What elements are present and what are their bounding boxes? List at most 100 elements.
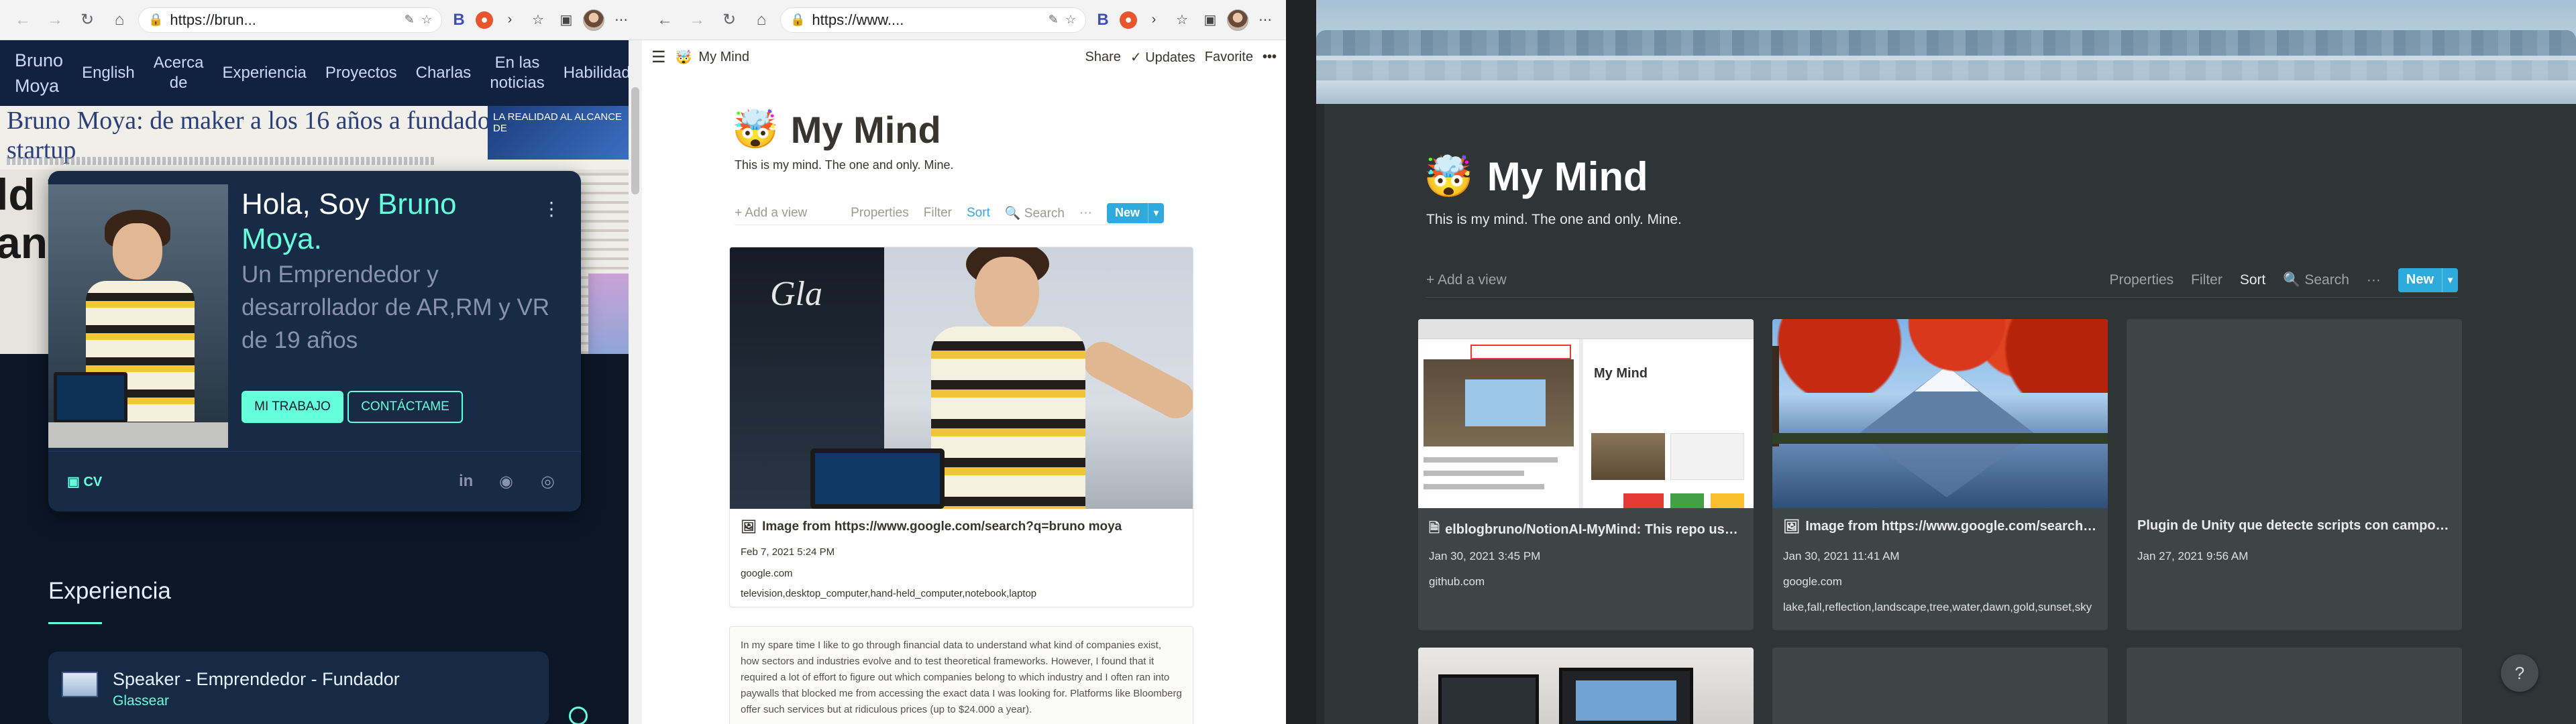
more-icon[interactable]: ···	[1079, 206, 1092, 221]
card-date: Jan 30, 2021 3:45 PM	[1429, 550, 1541, 562]
home-icon[interactable]: ⌂	[748, 7, 775, 34]
nav-english[interactable]: English	[82, 63, 135, 83]
profile-avatar[interactable]	[583, 9, 604, 31]
reload-icon[interactable]: ↻	[716, 7, 743, 34]
gallery-card[interactable]	[1418, 648, 1754, 724]
kebab-menu-icon[interactable]: ⋮	[542, 198, 561, 220]
image-icon: 🖼	[1783, 520, 1801, 534]
nav-noticias[interactable]: En las noticias	[490, 53, 544, 93]
back-icon[interactable]: ←	[9, 7, 36, 34]
add-view-button[interactable]: + Add a view	[1426, 272, 1507, 288]
address-bar[interactable]: 🔒 https://www.... ✎ ☆	[780, 7, 1086, 33]
scrollbar[interactable]	[629, 40, 642, 724]
card-title: 🗎 elblogbruno/NotionAI-MyMind: This repo…	[1429, 518, 1744, 541]
extension-chevron-icon[interactable]: ›	[498, 9, 521, 32]
hamburger-menu-icon[interactable]: ☰	[651, 48, 666, 67]
properties-button[interactable]: Properties	[851, 206, 909, 221]
profile-avatar[interactable]	[1227, 9, 1248, 31]
gallery-card[interactable]: 🖼 Image from https://www.google.com/sear…	[1772, 319, 2108, 630]
more-options-icon[interactable]: •••	[1263, 50, 1277, 65]
collections-icon[interactable]: ▣	[555, 9, 578, 32]
forward-icon[interactable]: →	[42, 7, 68, 34]
favorites-icon[interactable]: ☆	[527, 9, 549, 32]
properties-button[interactable]: Properties	[2109, 272, 2174, 288]
back-icon[interactable]: ←	[651, 7, 678, 34]
experience-company: Glassear	[113, 693, 170, 709]
more-icon[interactable]: ···	[2367, 272, 2381, 288]
read-aloud-icon[interactable]: ✎	[405, 13, 415, 27]
favorites-icon[interactable]: ☆	[1171, 9, 1193, 32]
page-title-emoji-icon: 🤯	[732, 108, 779, 150]
browser-toolbar: ← → ↻ ⌂ 🔒 https://brun... ✎ ☆ B ● › ☆ ▣ …	[0, 0, 642, 40]
linkedin-icon[interactable]: in	[459, 472, 473, 491]
sort-button[interactable]: Sort	[2240, 272, 2266, 288]
database-toolbar: + Add a view Properties Filter Sort 🔍 Se…	[735, 201, 1164, 225]
nav-proyectos[interactable]: Proyectos	[325, 63, 397, 83]
extension-record-icon[interactable]: ●	[1120, 11, 1137, 29]
gallery-card[interactable]	[2127, 648, 2462, 724]
site-brand[interactable]: Bruno Moya	[15, 48, 63, 99]
new-button[interactable]: New ▾	[1106, 202, 1164, 223]
gallery-card-text[interactable]: In my spare time I like to go through fi…	[729, 626, 1193, 724]
search-button[interactable]: 🔍 Search	[1005, 205, 1065, 221]
more-menu-icon[interactable]: ⋯	[1254, 9, 1277, 32]
gallery-card[interactable]: Gla 🖼 Image from https://www.google.com/…	[729, 247, 1193, 607]
company-logo	[62, 672, 98, 697]
updates-button[interactable]: ✓ Updates	[1130, 49, 1195, 66]
search-button[interactable]: 🔍 Search	[2283, 272, 2349, 288]
browser-toolbar: ← → ↻ ⌂ 🔒 https://www.... ✎ ☆ B ● › ☆ ▣ …	[642, 0, 1286, 40]
new-button[interactable]: New ▾	[2398, 267, 2458, 292]
favorite-button[interactable]: Favorite	[1205, 50, 1253, 65]
chevron-down-icon[interactable]: ▾	[1148, 202, 1164, 223]
gallery-card[interactable]: Plugin de Unity que detecte scripts con …	[2127, 319, 2462, 630]
extension-b-icon[interactable]: B	[1091, 9, 1114, 32]
instagram-icon[interactable]: ◎	[541, 472, 555, 491]
extension-chevron-icon[interactable]: ›	[1142, 9, 1165, 32]
nav-charlas[interactable]: Charlas	[416, 63, 472, 83]
share-button[interactable]: Share	[1085, 50, 1121, 65]
profile-card: Hola, Soy Bruno Moya. ⋮ Un Emprendedor y…	[48, 171, 581, 511]
contact-button[interactable]: CONTÁCTAME	[347, 391, 463, 423]
read-aloud-icon[interactable]: ✎	[1049, 13, 1059, 27]
favorite-star-icon[interactable]: ☆	[1065, 13, 1076, 27]
page-title-emoji-icon: 🤯	[1424, 154, 1474, 199]
home-icon[interactable]: ⌂	[106, 7, 133, 34]
page-icon: 🖼	[741, 520, 757, 534]
reload-icon[interactable]: ↻	[74, 7, 101, 34]
card-domain: github.com	[1429, 575, 1485, 588]
chevron-down-icon[interactable]: ▾	[2442, 267, 2458, 292]
more-menu-icon[interactable]: ⋯	[610, 9, 633, 32]
browser-window-portfolio: ← → ↻ ⌂ 🔒 https://brun... ✎ ☆ B ● › ☆ ▣ …	[0, 0, 642, 724]
page-description: This is my mind. The one and only. Mine.	[735, 158, 954, 172]
card-cover-image	[1772, 319, 2108, 508]
gallery-card[interactable]: My Mind 🗎 elblogbruno/NotionAI-MyMind: T…	[1418, 319, 1754, 630]
page-title: 🤯 My Mind	[1424, 154, 1648, 199]
nav-experiencia[interactable]: Experiencia	[222, 63, 306, 83]
help-button[interactable]: ?	[2501, 654, 2538, 692]
forward-icon[interactable]: →	[684, 7, 710, 34]
notion-dark-window: 🤯 My Mind This is my mind. The one and o…	[1316, 0, 2576, 724]
nav-acerca[interactable]: Acerca de	[154, 53, 204, 93]
experience-underline	[48, 622, 102, 624]
extension-record-icon[interactable]: ●	[476, 11, 493, 29]
cv-link[interactable]: ▣ CV	[67, 473, 102, 490]
page-cover-image	[1316, 0, 2576, 104]
breadcrumb[interactable]: 🤯 My Mind	[676, 49, 749, 66]
add-view-button[interactable]: + Add a view	[735, 206, 807, 221]
gallery-card[interactable]	[1772, 648, 2108, 724]
page-description: This is my mind. The one and only. Mine.	[1426, 212, 1682, 227]
my-work-button[interactable]: MI TRABAJO	[241, 391, 343, 423]
github-icon[interactable]: ◉	[499, 472, 513, 491]
address-bar[interactable]: 🔒 https://brun... ✎ ☆	[138, 7, 442, 33]
card-cover-image: My Mind	[1418, 319, 1754, 508]
favorite-star-icon[interactable]: ☆	[421, 13, 432, 27]
document-icon: 🗎	[1429, 521, 1440, 536]
experience-item[interactable]: Speaker - Emprendedor - Fundador Glassea…	[48, 652, 549, 724]
collections-icon[interactable]: ▣	[1199, 9, 1222, 32]
filter-button[interactable]: Filter	[924, 206, 952, 221]
card-date: Jan 27, 2021 9:56 AM	[2137, 550, 2249, 562]
filter-button[interactable]: Filter	[2191, 272, 2222, 288]
site-navbar: Bruno Moya English Acerca de Experiencia…	[0, 40, 642, 106]
extension-b-icon[interactable]: B	[447, 9, 470, 32]
sort-button[interactable]: Sort	[967, 206, 990, 221]
